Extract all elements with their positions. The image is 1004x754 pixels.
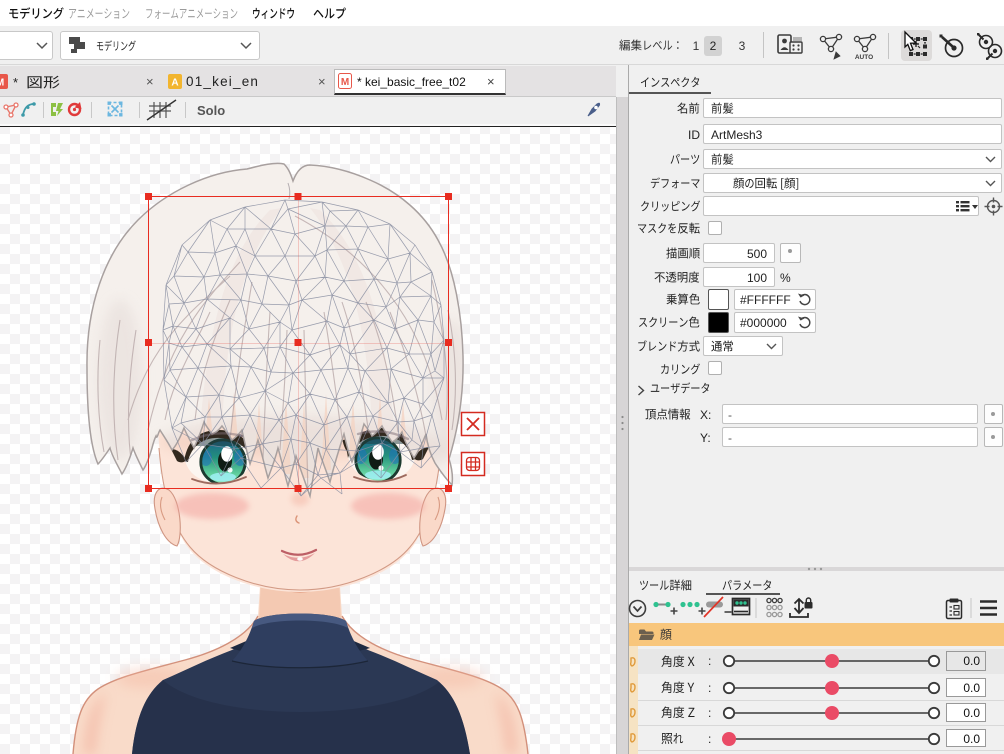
svg-text:A: A — [171, 78, 178, 89]
svg-text:M: M — [341, 77, 349, 88]
svg-text:AUTO: AUTO — [855, 54, 873, 61]
svg-text:M: M — [0, 78, 4, 89]
